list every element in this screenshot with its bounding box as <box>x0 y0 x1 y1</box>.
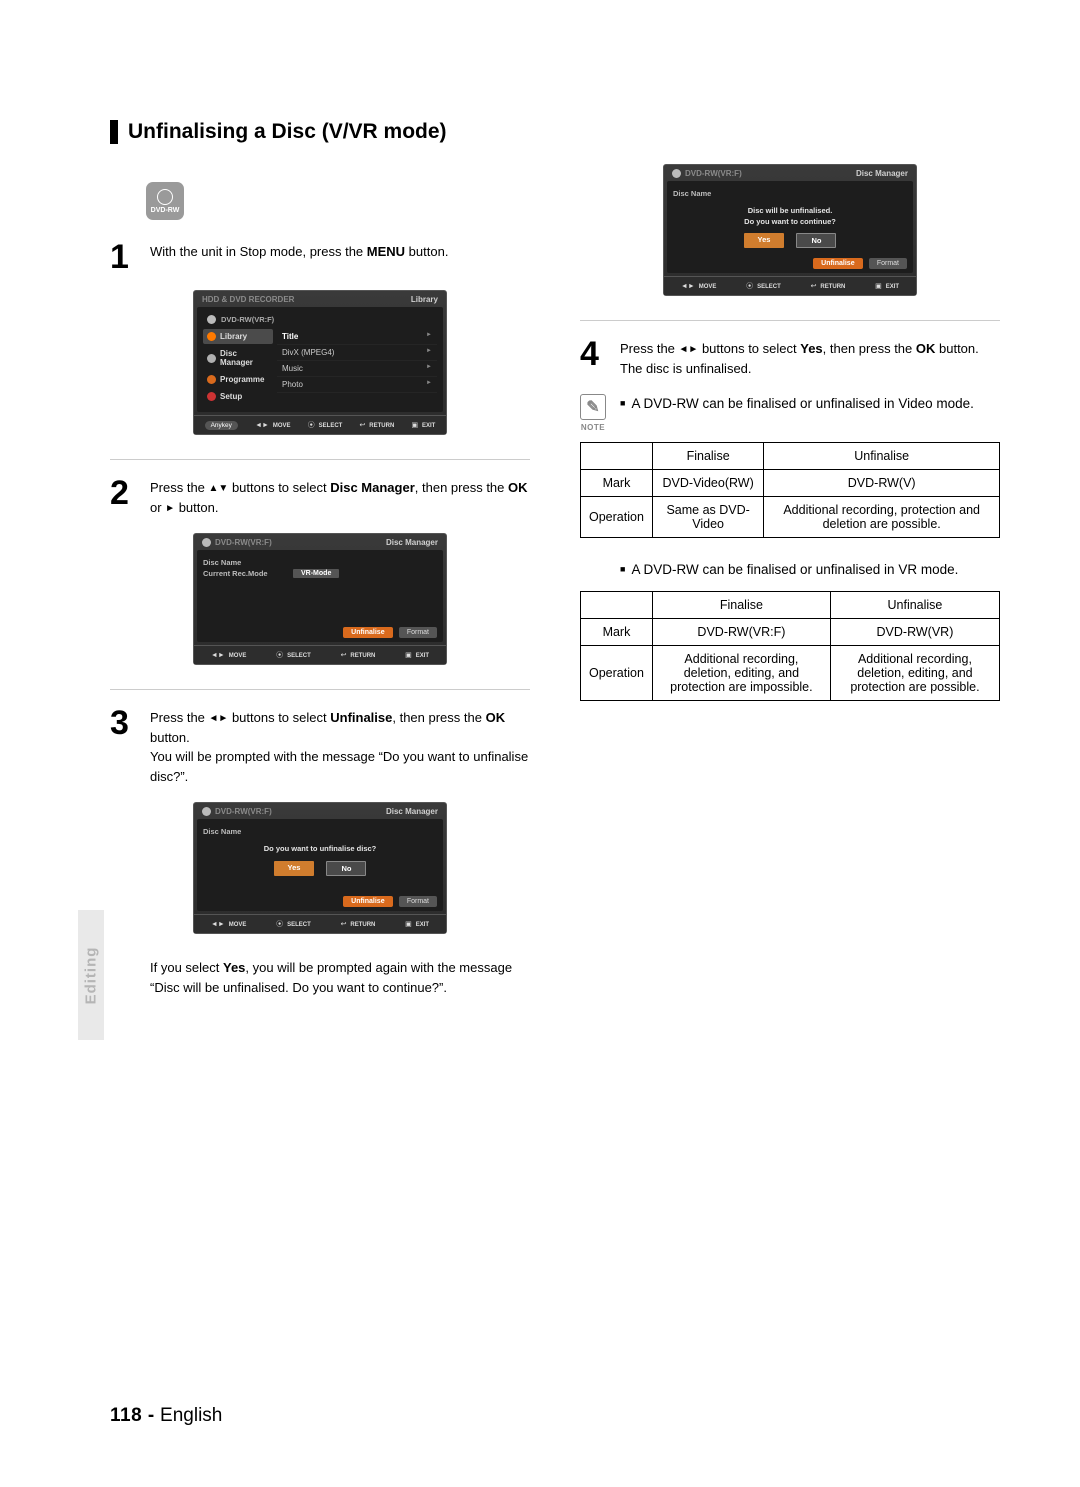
osd-sidebar-disc-manager[interactable]: Disc Manager <box>203 346 273 370</box>
unfinalise-button[interactable]: Unfinalise <box>343 896 392 907</box>
field-disc-name: Disc Name <box>203 558 283 567</box>
format-button[interactable]: Format <box>399 896 437 907</box>
note-text-2: ■A DVD-RW can be finalised or unfinalise… <box>620 560 1000 581</box>
section-side-tab-label: Editing <box>83 946 100 1004</box>
step-number: 1 <box>110 240 150 274</box>
osd-header-right: Disc Manager <box>386 538 438 547</box>
osd-menu-title[interactable]: Title <box>277 329 437 345</box>
dvd-rw-badge: DVD-RW <box>146 182 184 220</box>
unfinalise-button[interactable]: Unfinalise <box>813 258 862 269</box>
step-1: 1 With the unit in Stop mode, press the … <box>110 242 530 274</box>
note-block: ✎ NOTE ■A DVD-RW can be finalised or unf… <box>580 394 1000 432</box>
disc-icon <box>202 538 211 547</box>
osd-footer: ◄► MOVE ⦿ SELECT ↩ RETURN ▣ EXIT <box>664 276 916 295</box>
osd-footer: ◄► MOVE ⦿ SELECT ↩ RETURN ▣ EXIT <box>194 914 446 933</box>
format-button[interactable]: Format <box>399 627 437 638</box>
unfinalise-button[interactable]: Unfinalise <box>343 627 392 638</box>
manual-page: Editing Unfinalising a Disc (V/VR mode) … <box>0 0 1080 1487</box>
osd-disc-label: DVD-RW(VR:F) <box>685 169 742 178</box>
format-button[interactable]: Format <box>869 258 907 269</box>
page-title: Unfinalising a Disc (V/VR mode) <box>110 120 1000 144</box>
table-video-mode: Finalise Unfinalise Mark DVD-Video(RW) D… <box>580 442 1000 538</box>
no-button[interactable]: No <box>326 861 366 876</box>
osd-bottom-buttons: Unfinalise Format <box>339 627 437 638</box>
osd-sidebar-programme[interactable]: Programme <box>203 372 273 387</box>
disc-icon <box>202 807 211 816</box>
osd-menu-photo[interactable]: Photo <box>277 377 437 393</box>
page-footer: 118 - English <box>110 1405 222 1427</box>
step-4: 4 Press the ◄► buttons to select Yes, th… <box>580 339 1000 378</box>
step-body: Press the ▲▼ buttons to select Disc Mana… <box>150 478 530 517</box>
right-column: DVD-RW(VR:F) Disc Manager Disc Name Disc… <box>580 164 1000 998</box>
step-number: 3 <box>110 706 150 786</box>
field-rec-mode-label: Current Rec.Mode <box>203 569 283 578</box>
osd-unfinalise-prompt-screenshot: DVD-RW(VR:F) Disc Manager Disc Name Do y… <box>193 802 447 934</box>
osd-footer: Anykey ◄► MOVE ⦿ SELECT ↩ RETURN ▣ EXIT <box>194 415 446 434</box>
osd-prompt-message: Disc will be unfinalised. Do you want to… <box>673 206 907 227</box>
osd-sidebar-library[interactable]: Library <box>203 329 273 344</box>
yes-button[interactable]: Yes <box>274 861 315 876</box>
osd-header-right: Disc Manager <box>856 169 908 178</box>
osd-menu-music[interactable]: Music <box>277 361 437 377</box>
note-icon: ✎ <box>580 394 606 420</box>
page-title-text: Unfinalising a Disc (V/VR mode) <box>128 120 447 144</box>
step-body: With the unit in Stop mode, press the ME… <box>150 242 530 274</box>
divider <box>110 689 530 690</box>
osd-continue-prompt-screenshot: DVD-RW(VR:F) Disc Manager Disc Name Disc… <box>663 164 917 296</box>
disc-icon <box>157 189 173 205</box>
step-3-followup: If you select Yes, you will be prompted … <box>150 958 530 998</box>
divider <box>580 320 1000 321</box>
osd-disc-label: DVD-RW(VR:F) <box>221 315 274 324</box>
table-vr-mode: Finalise Unfinalise Mark DVD-RW(VR:F) DV… <box>580 591 1000 701</box>
osd-menu-divx[interactable]: DivX (MPEG4) <box>277 345 437 361</box>
note-text: ■A DVD-RW can be finalised or unfinalise… <box>620 394 974 415</box>
page-language: English <box>160 1405 222 1426</box>
step-3: 3 Press the ◄► buttons to select Unfinal… <box>110 708 530 786</box>
disc-icon <box>672 169 681 178</box>
osd-sidebar: Library Disc Manager Programme Setup <box>203 329 273 406</box>
note-label: NOTE <box>580 423 606 432</box>
divider <box>110 459 530 460</box>
osd-library-screenshot: HDD & DVD RECORDER Library DVD-RW(VR:F) … <box>193 290 447 435</box>
osd-bottom-buttons: Unfinalise Format <box>809 258 907 269</box>
disc-badge-row: DVD-RW <box>146 182 530 220</box>
osd-disc-manager-screenshot: DVD-RW(VR:F) Disc Manager Disc Name Curr… <box>193 533 447 665</box>
left-column: DVD-RW 1 With the unit in Stop mode, pre… <box>110 164 530 998</box>
osd-prompt-message: Do you want to unfinalise disc? <box>203 844 437 855</box>
osd-disc-label: DVD-RW(VR:F) <box>215 538 272 547</box>
osd-disc-label: DVD-RW(VR:F) <box>215 807 272 816</box>
disc-badge-label: DVD-RW <box>151 207 180 214</box>
no-button[interactable]: No <box>796 233 836 248</box>
disc-icon <box>207 315 216 324</box>
step-2: 2 Press the ▲▼ buttons to select Disc Ma… <box>110 478 530 517</box>
osd-menu: Title DivX (MPEG4) Music Photo <box>273 329 437 406</box>
field-rec-mode-value: VR-Mode <box>293 569 339 578</box>
anykey-pill: Anykey <box>205 421 238 430</box>
section-side-tab: Editing <box>78 910 104 1040</box>
osd-header-left: HDD & DVD RECORDER <box>202 295 294 304</box>
osd-bottom-buttons: Unfinalise Format <box>339 896 437 907</box>
field-disc-name: Disc Name <box>673 189 753 198</box>
osd-sidebar-setup[interactable]: Setup <box>203 389 273 404</box>
step-body: Press the ◄► buttons to select Yes, then… <box>620 339 1000 378</box>
field-disc-name: Disc Name <box>203 827 283 836</box>
osd-header-right: Library <box>411 295 438 304</box>
osd-footer: ◄► MOVE ⦿ SELECT ↩ RETURN ▣ EXIT <box>194 645 446 664</box>
step-body: Press the ◄► buttons to select Unfinalis… <box>150 708 530 786</box>
osd-header-right: Disc Manager <box>386 807 438 816</box>
step-number: 2 <box>110 476 150 517</box>
step-number: 4 <box>580 337 620 378</box>
page-number: 118 - <box>110 1405 155 1426</box>
yes-button[interactable]: Yes <box>744 233 785 248</box>
